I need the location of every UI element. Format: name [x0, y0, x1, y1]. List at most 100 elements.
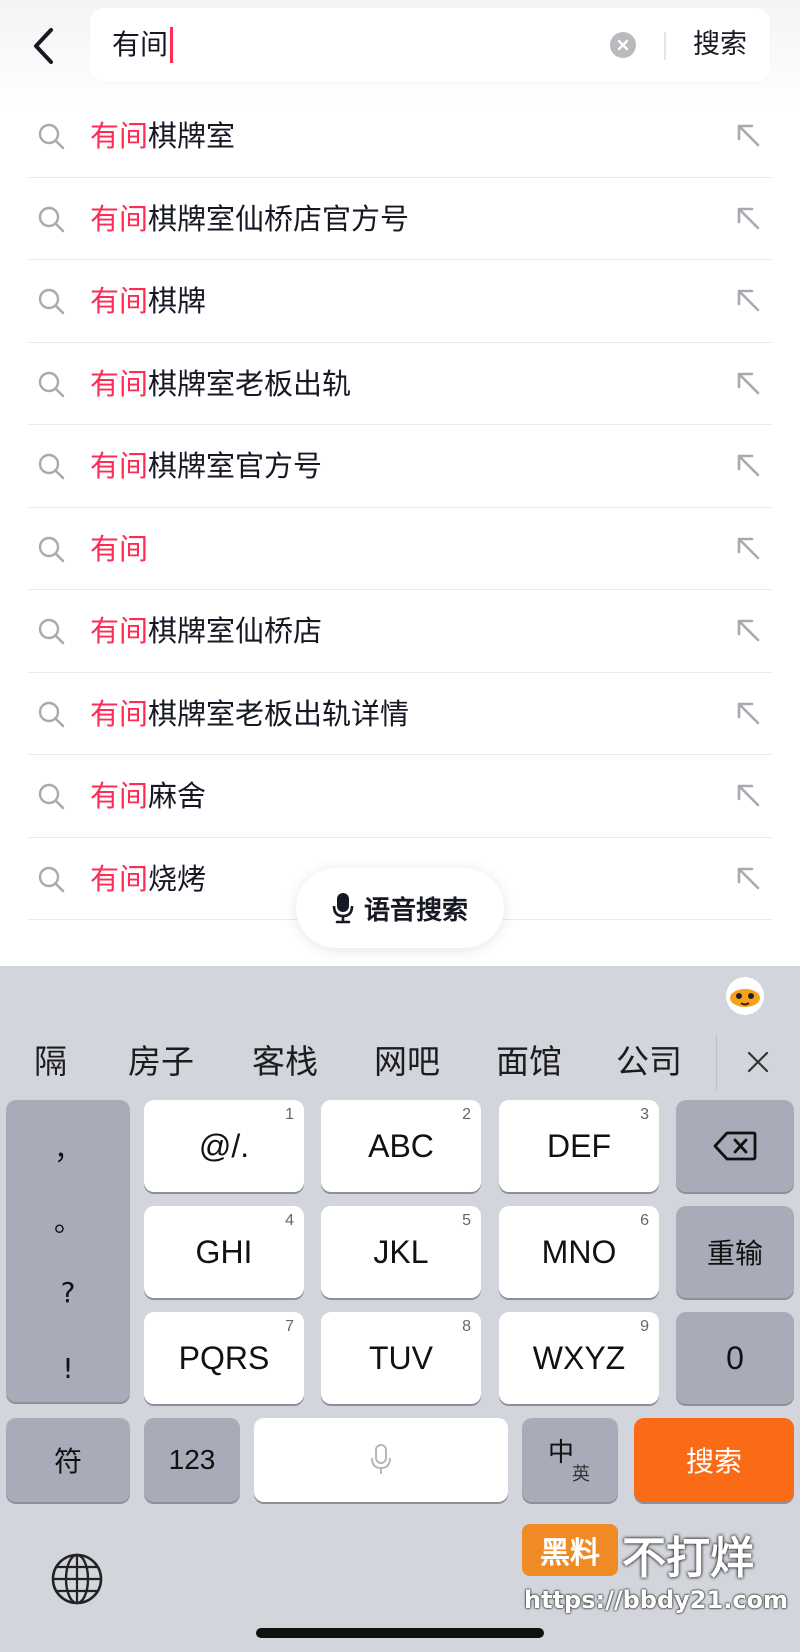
suggestion-text: 有间烧烤 [90, 838, 206, 920]
fill-query-arrow-icon[interactable] [732, 284, 764, 316]
suggestion-text: 有间麻舍 [90, 755, 206, 837]
retype-key[interactable]: 重输 [676, 1206, 794, 1298]
keyboard-mascot-icon[interactable] [724, 974, 766, 1016]
suggestion-rest: 棋牌室仙桥店 [148, 614, 323, 648]
numeric-key[interactable]: 123 [144, 1418, 240, 1502]
key-number: 5 [462, 1212, 471, 1229]
fill-query-arrow-icon[interactable] [732, 449, 764, 481]
fill-query-arrow-icon[interactable] [732, 614, 764, 646]
fill-query-arrow-icon[interactable] [732, 202, 764, 234]
candidate-word[interactable]: 网吧 [374, 1020, 440, 1104]
search-icon [38, 618, 65, 645]
key-5[interactable]: JKL 5 [321, 1206, 481, 1298]
key-8[interactable]: TUV 8 [321, 1312, 481, 1404]
suggestion-item[interactable]: 有间麻舍 [28, 755, 772, 838]
suggestion-rest: 棋牌室老板出轨 [148, 366, 352, 401]
candidate-word[interactable]: 面馆 [496, 1020, 562, 1104]
punct-key[interactable]: ? [6, 1276, 130, 1309]
key-label: 重输 [706, 1237, 763, 1270]
key-6[interactable]: MNO 6 [499, 1206, 659, 1298]
zero-key[interactable]: 0 [676, 1312, 794, 1404]
watermark-url: https://bbdy21.com [524, 1586, 789, 1614]
suggestion-highlight: 有间 [90, 284, 149, 318]
search-icon [38, 206, 65, 232]
punct-key[interactable]: 。 [6, 1200, 130, 1240]
suggestion-item[interactable]: 有间棋牌室老板出轨详情 [28, 673, 772, 755]
watermark: 黑料 不打烊 https://bbdy21.com [522, 1522, 788, 1622]
clear-input-button[interactable] [610, 32, 636, 58]
suggestion-item[interactable]: 有间 [28, 508, 772, 590]
suggestion-rest: 烧烤 [148, 861, 207, 896]
symbol-key[interactable]: 符 [6, 1418, 130, 1502]
candidate-word[interactable]: 房子 [128, 1020, 194, 1104]
key-label: JKL [373, 1233, 429, 1270]
key-label: 123 [168, 1444, 216, 1475]
suggestion-item[interactable]: 有间棋牌室仙桥店官方号 [28, 178, 772, 260]
suggestion-rest: 麻舍 [148, 779, 207, 813]
punct-key[interactable]: ， [6, 1128, 130, 1168]
key-number: 4 [285, 1212, 294, 1229]
globe-icon[interactable] [50, 1552, 104, 1606]
key-label: MNO [541, 1233, 617, 1270]
search-icon [38, 536, 65, 562]
divider [664, 32, 666, 60]
key-label: 符 [53, 1445, 82, 1478]
voice-search-button[interactable]: 语音搜索 [296, 868, 504, 948]
suggestion-highlight: 有间 [90, 696, 149, 731]
key-3[interactable]: DEF 3 [499, 1100, 659, 1192]
backspace-icon [713, 1131, 757, 1161]
suggestion-item[interactable]: 有间棋牌室仙桥店 [28, 590, 772, 673]
search-query-text: 有间 [112, 28, 169, 61]
microphone-icon [332, 893, 354, 924]
candidate-word[interactable]: 客栈 [252, 1020, 318, 1104]
candidate-word[interactable]: 隔 [34, 1020, 67, 1104]
fill-query-arrow-icon[interactable] [732, 697, 764, 729]
punctuation-column[interactable]: ， 。 ? ! [6, 1100, 130, 1402]
search-key[interactable]: 搜索 [634, 1418, 794, 1502]
key-7[interactable]: PQRS 7 [144, 1312, 304, 1404]
key-1[interactable]: @/. 1 [144, 1100, 304, 1192]
suggestion-rest: 棋牌 [148, 284, 207, 318]
key-number: 2 [462, 1106, 471, 1123]
key-number: 9 [640, 1318, 649, 1335]
punct-key[interactable]: ! [6, 1352, 130, 1385]
suggestion-rest: 棋牌室官方号 [148, 449, 323, 483]
suggestion-text: 有间棋牌室老板出轨 [90, 343, 351, 425]
key-label: PQRS [178, 1339, 270, 1376]
suggestion-item[interactable]: 有间棋牌室官方号 [28, 425, 772, 508]
language-switch-key[interactable]: 中 英 [522, 1418, 618, 1502]
key-4[interactable]: GHI 4 [144, 1206, 304, 1298]
suggestion-text: 有间棋牌室官方号 [90, 425, 322, 507]
fill-query-arrow-icon[interactable] [732, 119, 764, 151]
chevron-left-icon [34, 28, 53, 64]
space-key[interactable] [254, 1418, 508, 1502]
lang-sub-label: 英 [572, 1464, 590, 1485]
suggestion-rest: 棋牌室老板出轨详情 [148, 696, 410, 731]
fill-query-arrow-icon[interactable] [732, 367, 764, 399]
search-header: 有间 搜索 [0, 0, 800, 110]
key-9[interactable]: WXYZ 9 [499, 1312, 659, 1404]
fill-query-arrow-icon[interactable] [732, 532, 764, 564]
key-number: 8 [462, 1318, 471, 1335]
suggestion-item[interactable]: 有间棋牌 [28, 260, 772, 343]
suggestion-rest: 棋牌室 [148, 119, 236, 153]
suggestion-list: 有间棋牌室 有间棋牌室仙桥店官方号 有间棋牌 有间棋牌室老板出轨 有间棋牌室官方号 有间有… [28, 95, 772, 920]
search-icon [38, 288, 65, 315]
search-input[interactable]: 有间 [112, 8, 174, 82]
key-2[interactable]: ABC 2 [321, 1100, 481, 1192]
watermark-logo: 黑料 [522, 1524, 618, 1576]
suggestion-highlight: 有间 [90, 614, 149, 648]
back-button[interactable] [24, 20, 64, 72]
fill-query-arrow-icon[interactable] [732, 862, 764, 894]
key-number: 1 [285, 1106, 294, 1123]
suggestion-text: 有间棋牌 [90, 260, 206, 342]
close-candidates-button[interactable] [716, 1020, 800, 1104]
fill-query-arrow-icon[interactable] [732, 779, 764, 811]
suggestion-highlight: 有间 [90, 119, 149, 153]
search-submit-button[interactable]: 搜索 [680, 8, 760, 82]
candidate-word[interactable]: 公司 [616, 1020, 682, 1104]
search-box[interactable]: 有间 搜索 [90, 8, 770, 82]
backspace-key[interactable] [676, 1100, 794, 1192]
suggestion-item[interactable]: 有间棋牌室老板出轨 [28, 343, 772, 425]
suggestion-item[interactable]: 有间棋牌室 [28, 95, 772, 178]
